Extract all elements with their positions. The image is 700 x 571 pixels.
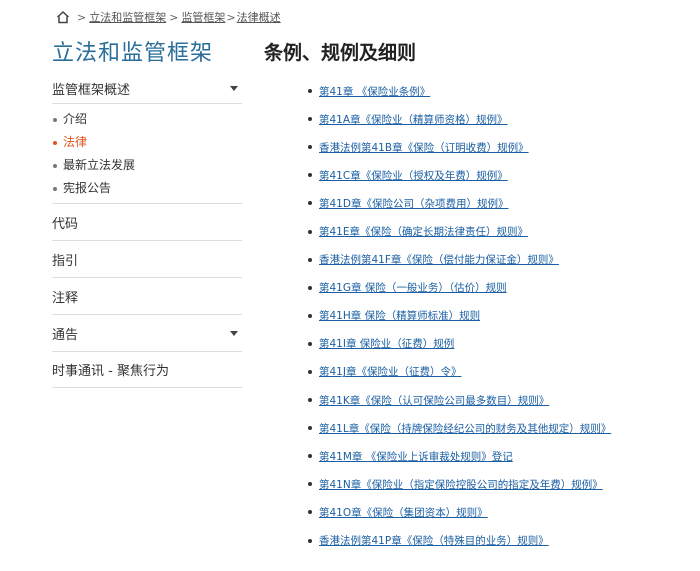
sidebar-item-notes[interactable]: 注释 <box>52 277 242 314</box>
sidebar-subitem-label: 介绍 <box>63 112 88 126</box>
bullet-icon <box>308 201 312 206</box>
bullet-icon <box>308 285 312 290</box>
sidebar-sub-list: 介绍 法律 最新立法发展 宪报公告 <box>52 104 242 203</box>
sidebar-subitem-law[interactable]: 法律 <box>52 131 242 154</box>
breadcrumb-current[interactable]: 法律概述 <box>237 9 281 25</box>
regulation-link[interactable]: 第41G章 保险（一般业务）（估价）规则 <box>319 280 507 295</box>
chevron-down-icon[interactable] <box>230 330 238 336</box>
list-item: 第41E章《保险（确定长期法律责任）规则》 <box>264 217 694 245</box>
bullet-icon <box>308 538 312 543</box>
bullet-icon <box>308 398 312 403</box>
sidebar-item-guidelines[interactable]: 指引 <box>52 240 242 277</box>
list-item: 香港法例第41B章《保险（订明收费）规例》 <box>264 133 694 161</box>
bullet-icon <box>308 313 312 318</box>
sidebar-subitem-intro[interactable]: 介绍 <box>52 108 242 131</box>
bullet-icon <box>308 89 312 94</box>
sidebar-subitem-legislative-developments[interactable]: 最新立法发展 <box>52 154 242 177</box>
sidebar-subitem-label: 最新立法发展 <box>63 158 136 172</box>
page-title: 条例、规例及细则 <box>264 42 417 64</box>
bullet-icon <box>53 140 57 145</box>
list-item: 第41N章《保险业（指定保险控股公司的指定及年费）规例》 <box>264 470 694 498</box>
list-item: 第41H章 保险（精算师标准）规则 <box>264 302 694 330</box>
list-item: 第41A章《保险业（精算师资格）规例》 <box>264 105 694 133</box>
sidebar-subitem-gazette[interactable]: 宪报公告 <box>52 177 242 200</box>
sidebar-title: 立法和监管框架 <box>52 41 214 66</box>
regulation-link[interactable]: 第41I章 保险业（征费）规例 <box>319 336 454 351</box>
bullet-icon <box>308 257 312 262</box>
bullet-icon <box>308 117 312 122</box>
chevron-down-icon[interactable] <box>230 86 238 91</box>
list-item: 第41D章《保险公司（杂项费用）规例》 <box>264 189 694 217</box>
regulation-link[interactable]: 香港法例第41P章《保险（特殊目的业务）规则》 <box>319 533 549 548</box>
bullet-icon <box>308 426 312 431</box>
main-content: 条例、规例及细则 第41章 《保险业条例》 第41A章《保险业（精算师资格）规例… <box>264 38 694 555</box>
regulation-link[interactable]: 第41O章《保险（集团资本）规则》 <box>319 505 488 520</box>
sidebar-item-label: 通告 <box>52 327 79 343</box>
home-icon[interactable] <box>56 10 70 24</box>
breadcrumb-link-framework[interactable]: 立法和监管框架 <box>89 9 166 25</box>
bullet-icon <box>53 117 57 122</box>
bullet-icon <box>308 173 312 178</box>
sidebar-item-circulars[interactable]: 通告 <box>52 314 242 351</box>
regulation-link[interactable]: 第41L章《保险（持牌保险经纪公司的财务及其他规定）规则》 <box>319 421 611 436</box>
list-item: 第41M章 《保险业上诉审裁处规则》登记 <box>264 442 694 470</box>
bullet-icon <box>53 163 57 168</box>
bullet-icon <box>308 454 312 459</box>
list-item: 第41O章《保险（集团资本）规则》 <box>264 498 694 526</box>
list-item: 香港法例第41F章《保险（偿付能力保证金）规则》 <box>264 246 694 274</box>
bullet-icon <box>308 145 312 150</box>
breadcrumb-separator: > <box>226 10 236 24</box>
sidebar-item-newsletter[interactable]: 时事通讯 - 聚焦行为 <box>52 351 242 388</box>
regulation-link[interactable]: 第41N章《保险业（指定保险控股公司的指定及年费）规例》 <box>319 477 603 492</box>
breadcrumb: > 立法和监管框架 > 监管框架 > 法律概述 <box>56 8 281 26</box>
regulation-link[interactable]: 香港法例第41F章《保险（偿付能力保证金）规则》 <box>319 252 559 267</box>
sidebar-item-label: 时事通讯 - 聚焦行为 <box>52 364 169 379</box>
bullet-icon <box>308 341 312 346</box>
regulation-link[interactable]: 香港法例第41B章《保险（订明收费）规例》 <box>319 140 529 155</box>
sidebar-section-overview[interactable]: 监管框架概述 <box>52 74 242 104</box>
breadcrumb-separator: > <box>169 10 179 24</box>
bullet-icon <box>308 510 312 515</box>
breadcrumb-link-regulatory[interactable]: 监管框架 <box>181 9 225 25</box>
list-item: 第41G章 保险（一般业务）（估价）规则 <box>264 274 694 302</box>
list-item: 第41I章 保险业（征费）规例 <box>264 330 694 358</box>
regulation-link[interactable]: 第41A章《保险业（精算师资格）规例》 <box>319 112 508 127</box>
list-item: 香港法例第41P章《保险（特殊目的业务）规则》 <box>264 527 694 555</box>
bullet-icon <box>53 186 57 191</box>
sidebar-subitem-label: 宪报公告 <box>63 181 112 195</box>
regulation-link[interactable]: 第41章 《保险业条例》 <box>319 84 430 99</box>
regulation-link[interactable]: 第41M章 《保险业上诉审裁处规则》登记 <box>319 449 513 464</box>
sidebar: 立法和监管框架 监管框架概述 介绍 法律 最新立法发展 宪报公告 代码 指引 注… <box>52 38 242 388</box>
list-item: 第41C章《保险业（授权及年费）规例》 <box>264 161 694 189</box>
regulation-list: 第41章 《保险业条例》 第41A章《保险业（精算师资格）规例》 香港法例第41… <box>264 77 694 555</box>
sidebar-subitem-label: 法律 <box>63 135 88 149</box>
regulation-link[interactable]: 第41K章《保险（认可保险公司最多数目）规则》 <box>319 393 549 408</box>
list-item: 第41L章《保险（持牌保险经纪公司的财务及其他规定）规则》 <box>264 414 694 442</box>
sidebar-section-label: 监管框架概述 <box>52 83 131 98</box>
sidebar-item-codes[interactable]: 代码 <box>52 203 242 240</box>
bullet-icon <box>308 369 312 374</box>
bullet-icon <box>308 482 312 487</box>
regulation-link[interactable]: 第41H章 保险（精算师标准）规则 <box>319 308 480 323</box>
sidebar-item-label: 指引 <box>52 253 79 269</box>
regulation-link[interactable]: 第41C章《保险业（授权及年费）规例》 <box>319 168 508 183</box>
sidebar-item-label: 代码 <box>52 216 79 232</box>
list-item: 第41章 《保险业条例》 <box>264 77 694 105</box>
regulation-link[interactable]: 第41E章《保险（确定长期法律责任）规则》 <box>319 224 528 239</box>
list-item: 第41K章《保险（认可保险公司最多数目）规则》 <box>264 386 694 414</box>
breadcrumb-separator: > <box>77 10 87 24</box>
regulation-link[interactable]: 第41J章《保险业（征费）令》 <box>319 364 461 379</box>
sidebar-item-label: 注释 <box>52 290 79 306</box>
regulation-link[interactable]: 第41D章《保险公司（杂项费用）规例》 <box>319 196 508 211</box>
list-item: 第41J章《保险业（征费）令》 <box>264 358 694 386</box>
bullet-icon <box>308 229 312 234</box>
